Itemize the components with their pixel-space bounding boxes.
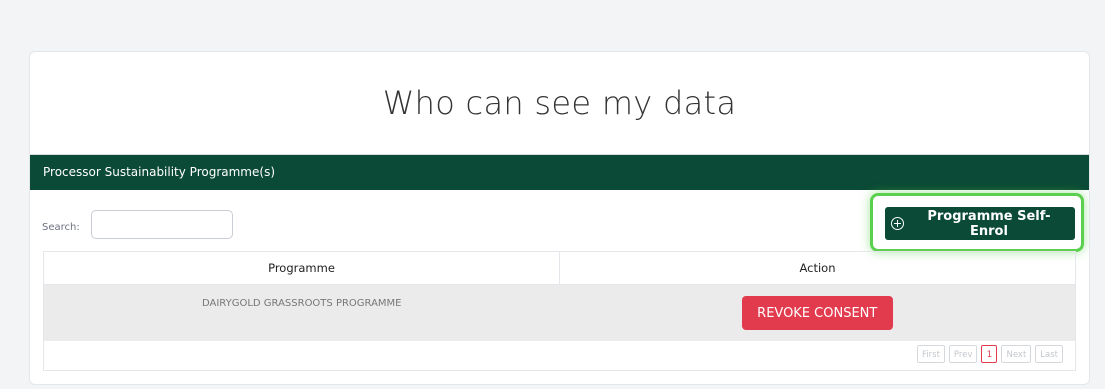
enrol-button-label: Programme Self-Enrol — [927, 208, 1051, 239]
page-title: Who can see my data — [382, 84, 737, 122]
plus-circle-icon — [891, 217, 904, 230]
panel-header: Processor Sustainability Programme(s) — [30, 155, 1089, 190]
table-header: Programme Action — [44, 252, 1075, 285]
revoke-consent-button[interactable]: REVOKE CONSENT — [741, 296, 893, 330]
pagination-first[interactable]: First — [917, 345, 945, 363]
column-header-action[interactable]: Action — [559, 252, 1075, 284]
pagination: First Prev 1 Next Last — [917, 345, 1063, 363]
pagination-last[interactable]: Last — [1035, 345, 1063, 363]
action-cell: REVOKE CONSENT — [560, 285, 1076, 341]
programme-name-cell: DAIRYGOLD GRASSROOTS PROGRAMME — [201, 298, 402, 309]
search-input[interactable] — [91, 210, 233, 239]
consent-card: Who can see my data Processor Sustainabi… — [29, 51, 1090, 385]
pagination-next[interactable]: Next — [1001, 345, 1032, 363]
search-label: Search: — [42, 222, 80, 233]
pagination-page-current[interactable]: 1 — [981, 345, 998, 363]
programmes-panel: Processor Sustainability Programme(s) Se… — [30, 154, 1089, 384]
programme-self-enrol-button[interactable]: Programme Self-Enrol — [885, 207, 1075, 240]
pagination-prev[interactable]: Prev — [948, 345, 978, 363]
programmes-table: Programme Action DAIRYGOLD GRASSROOTS PR… — [43, 251, 1076, 371]
column-header-programme[interactable]: Programme — [44, 252, 559, 284]
table-row: DAIRYGOLD GRASSROOTS PROGRAMME REVOKE CO… — [44, 285, 1075, 341]
